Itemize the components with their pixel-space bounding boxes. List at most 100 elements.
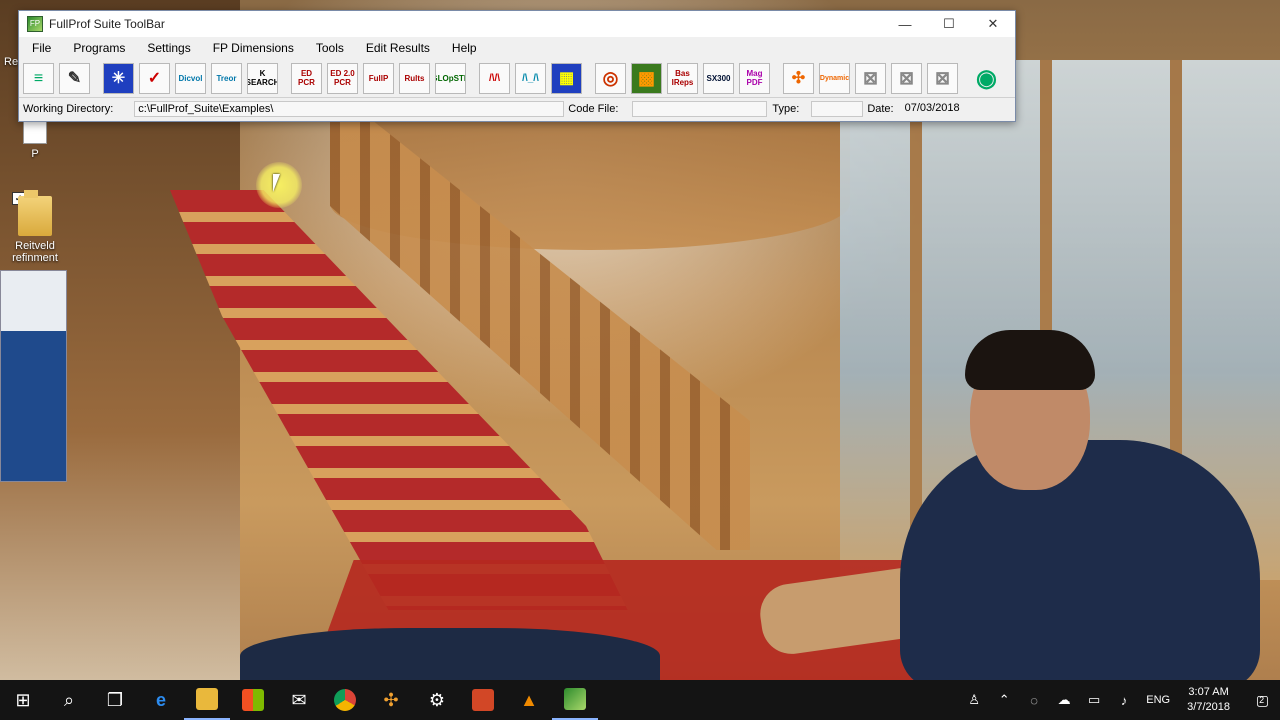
toolbar-button-pattern-plot[interactable]: /\/\ bbox=[479, 62, 510, 94]
document-icon bbox=[23, 120, 47, 144]
toolbar-button-structure[interactable]: ▦ bbox=[551, 62, 582, 94]
store-icon bbox=[242, 689, 264, 711]
code-file-label: Code File: bbox=[568, 103, 619, 115]
close-icon: ✕ bbox=[987, 16, 999, 31]
toolbar-button-3[interactable]: ✳ bbox=[103, 62, 134, 94]
wallpaper-person bbox=[756, 330, 1280, 690]
chrome-button[interactable] bbox=[322, 680, 368, 720]
task-view-icon: ❐ bbox=[106, 689, 124, 710]
toolbar-button-ed-pcr[interactable]: ED PCR bbox=[291, 62, 322, 94]
menu-fp-dimensions[interactable]: FP Dimensions bbox=[202, 37, 305, 59]
menu-file[interactable]: File bbox=[21, 37, 62, 59]
minimize-icon: — bbox=[898, 16, 912, 32]
clock[interactable]: 3:07 AM 3/7/2018 bbox=[1177, 685, 1240, 715]
search-icon: ⌕ bbox=[63, 689, 75, 710]
menu-edit-results[interactable]: Edit Results bbox=[355, 37, 441, 59]
clock-date: 3/7/2018 bbox=[1187, 701, 1230, 713]
notifications-button[interactable]: ▢ 2 bbox=[1240, 680, 1280, 720]
store-button[interactable] bbox=[230, 680, 276, 720]
folder-icon bbox=[196, 688, 218, 710]
type-label: Type: bbox=[772, 103, 800, 115]
battery-icon[interactable]: ▭ bbox=[1079, 692, 1109, 708]
language-indicator[interactable]: ENG bbox=[1139, 694, 1177, 706]
date-label: Date: bbox=[867, 103, 894, 115]
desktop-side-panel bbox=[0, 270, 67, 482]
edge-button[interactable]: e bbox=[138, 680, 184, 720]
toolbar-button-4[interactable]: ✓ bbox=[139, 62, 170, 94]
task-view-button[interactable]: ❐ bbox=[92, 680, 138, 720]
working-directory-field[interactable]: c:\FullProf_Suite\Examples\ bbox=[134, 101, 565, 117]
window-title: FullProf Suite ToolBar bbox=[49, 17, 165, 31]
menu-bar: File Programs Settings FP Dimensions Too… bbox=[19, 37, 1015, 59]
edge-icon: e bbox=[155, 689, 166, 710]
maximize-button[interactable]: ☐ bbox=[927, 11, 971, 37]
toolbar-button-results[interactable]: Rults bbox=[399, 62, 430, 94]
powerpoint-icon bbox=[472, 689, 494, 711]
toolbar-button-dynamic[interactable]: Dynamic bbox=[819, 62, 850, 94]
toolbar-button-25[interactable]: ⊠ bbox=[927, 62, 958, 94]
volume-icon[interactable]: ♪ bbox=[1109, 693, 1139, 708]
toolbar-button-rings[interactable]: ◎ bbox=[595, 62, 626, 94]
desktop-icon-reitveld-label: Reitveld refinment bbox=[12, 240, 58, 264]
mail-icon: ✉ bbox=[291, 689, 307, 710]
toolbar-button-dicvol[interactable]: Dicvol bbox=[175, 62, 206, 94]
chevron-up-icon[interactable]: ⌃ bbox=[989, 692, 1019, 708]
toolbar-button-bas-ireps[interactable]: Bas IReps bbox=[667, 62, 698, 94]
toolbar-button-globe[interactable]: ◉ bbox=[971, 63, 1002, 94]
menu-programs[interactable]: Programs bbox=[62, 37, 136, 59]
toolbar-button-sym[interactable]: SX300 bbox=[703, 62, 734, 94]
people-icon[interactable]: ♙ bbox=[959, 692, 989, 708]
toolbar-button-editor-2[interactable]: ✎ bbox=[59, 62, 90, 94]
toolbar-button-ed-pcr-2[interactable]: ED 2.0 PCR bbox=[327, 62, 358, 94]
fullprof-taskbar-button[interactable] bbox=[552, 680, 598, 720]
maximize-icon: ☐ bbox=[943, 16, 955, 31]
desktop-icon-reitveld[interactable]: Reitveld refinment bbox=[0, 190, 70, 264]
start-button[interactable]: ⊞ bbox=[0, 680, 46, 720]
toolbar-button-fullprof[interactable]: FullP bbox=[363, 62, 394, 94]
chrome-icon bbox=[334, 689, 356, 711]
menu-settings[interactable]: Settings bbox=[136, 37, 201, 59]
toolbar-button-treor[interactable]: Treor bbox=[211, 62, 242, 94]
toolbar-button-k-search[interactable]: K SEARCH bbox=[247, 62, 278, 94]
close-button[interactable]: ✕ bbox=[971, 11, 1015, 37]
folder-icon bbox=[18, 190, 52, 236]
fullprof-app-icon: FP bbox=[27, 16, 43, 32]
network-icon[interactable]: ◌ bbox=[1019, 693, 1049, 708]
taskbar: ⊞ ⌕ ❐ e ✉ ✣ ⚙ ▲ ♙ ⌃ ◌ ☁ ▭ ♪ ENG 3:07 AM … bbox=[0, 680, 1280, 720]
clock-time: 3:07 AM bbox=[1188, 686, 1229, 698]
mail-button[interactable]: ✉ bbox=[276, 680, 322, 720]
desktop-icon-p[interactable]: P bbox=[0, 120, 70, 160]
menu-tools[interactable]: Tools bbox=[305, 37, 355, 59]
gear-icon: ⚙ bbox=[428, 689, 446, 710]
toolbar-button-editor-1[interactable]: ≡ bbox=[23, 62, 54, 94]
minimize-button[interactable]: — bbox=[883, 11, 927, 37]
app-button-8[interactable]: ✣ bbox=[368, 680, 414, 720]
powerpoint-button[interactable] bbox=[460, 680, 506, 720]
search-button[interactable]: ⌕ bbox=[46, 680, 92, 720]
menu-help[interactable]: Help bbox=[441, 37, 488, 59]
windows-logo-icon: ⊞ bbox=[15, 689, 31, 710]
file-explorer-button[interactable] bbox=[184, 680, 230, 720]
toolbar-button-mag-pdf[interactable]: Mag PDF bbox=[739, 62, 770, 94]
desktop-icon-p-label: P bbox=[31, 148, 39, 160]
mouse-cursor-icon bbox=[273, 174, 280, 192]
flower-icon: ✣ bbox=[383, 689, 399, 710]
toolbar-button-24[interactable]: ⊠ bbox=[891, 62, 922, 94]
toolbar-button-23[interactable]: ⊠ bbox=[855, 62, 886, 94]
status-row: Working Directory: c:\FullProf_Suite\Exa… bbox=[19, 98, 1015, 120]
code-file-field[interactable] bbox=[632, 101, 768, 117]
date-field: 07/03/2018 bbox=[904, 102, 960, 114]
toolbar-button-gl[interactable]: GLOpSTR bbox=[435, 62, 466, 94]
toolbar-button-map[interactable]: ▩ bbox=[631, 62, 662, 94]
onedrive-icon[interactable]: ☁ bbox=[1049, 692, 1079, 708]
fullprof-toolbar-window: FP FullProf Suite ToolBar — ☐ ✕ File Pro… bbox=[18, 10, 1016, 122]
type-field[interactable] bbox=[811, 101, 864, 117]
title-bar[interactable]: FP FullProf Suite ToolBar — ☐ ✕ bbox=[19, 11, 1015, 37]
vlc-icon: ▲ bbox=[520, 689, 538, 710]
toolbar-button-peak-plot[interactable]: /\_/\ bbox=[515, 62, 546, 94]
toolbar-button-21[interactable]: ✣ bbox=[783, 62, 814, 94]
system-tray: ♙ ⌃ ◌ ☁ ▭ ♪ ENG 3:07 AM 3/7/2018 ▢ 2 bbox=[959, 680, 1280, 720]
settings-button[interactable]: ⚙ bbox=[414, 680, 460, 720]
vlc-button[interactable]: ▲ bbox=[506, 680, 552, 720]
fullprof-icon bbox=[564, 688, 586, 710]
